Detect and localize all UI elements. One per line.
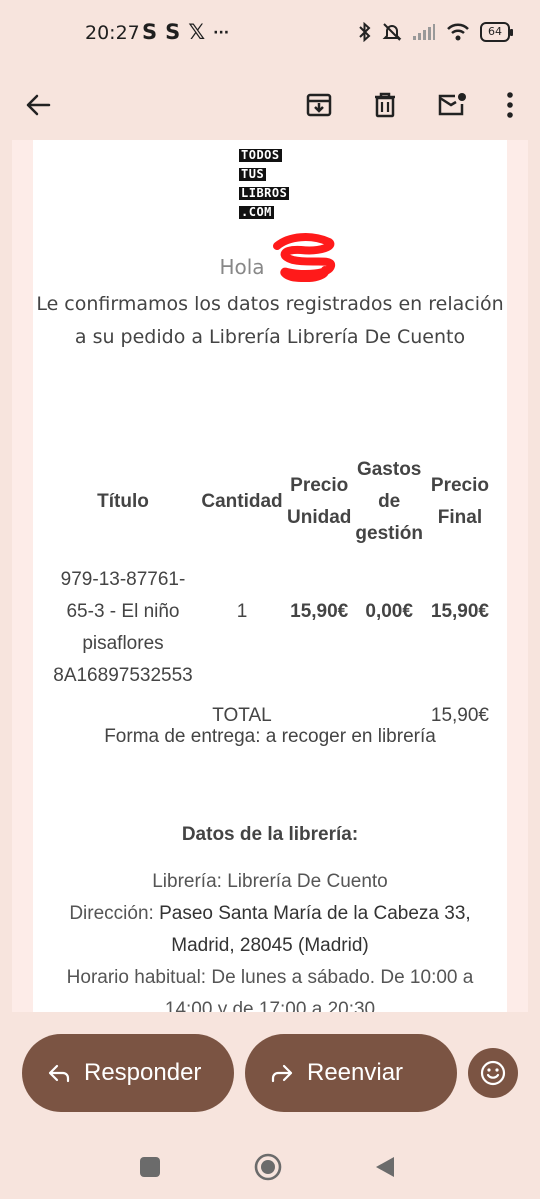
more-notifications-icon: ··· — [213, 25, 230, 41]
clock: 20:27 — [85, 22, 140, 44]
intro-line: Le confirmamos los datos registrados en … — [36, 293, 504, 315]
wifi-icon — [447, 23, 469, 41]
title-line: 8A16897532553 — [53, 665, 193, 686]
logo-line: TUS — [239, 167, 267, 181]
mark-unread-icon — [438, 93, 466, 116]
title-line: 979-13-87761- — [60, 569, 186, 590]
cell-precio-unidad: 15,90€ — [290, 601, 349, 622]
intro-text: Le confirmamos los datos registrados en … — [33, 288, 507, 354]
bookstore-details: Librería: Librería De Cuento Dirección: … — [33, 866, 507, 1012]
back-button[interactable] — [13, 80, 63, 130]
logo-line: LIBROS — [239, 186, 290, 200]
cell-title: 979-13-87761- 65-3 - El niño pisaflores … — [47, 550, 199, 692]
emoji-reaction-button[interactable] — [468, 1048, 518, 1098]
app-s-icon: S — [165, 20, 181, 44]
smiley-icon — [480, 1060, 506, 1086]
trash-icon — [375, 92, 395, 118]
cell-cantidad: 1 — [236, 601, 248, 622]
reply-label: Responder — [84, 1059, 202, 1086]
cell-gastos: 0,00€ — [365, 601, 413, 622]
archive-icon — [306, 93, 332, 117]
intro-line: a su pedido a Librería Librería De Cuent… — [74, 326, 466, 348]
title-line: 65-3 - El niño — [66, 601, 180, 622]
header-titulo: Título — [97, 491, 149, 512]
cell-precio-final: 15,90€ — [430, 601, 490, 622]
logo-line: TODOS — [239, 148, 282, 162]
greeting: Hola — [33, 255, 507, 279]
table-header-row: Título Cantidad Precio Unidad Gastos de … — [47, 454, 495, 550]
bookstore-name: Librería: Librería De Cuento — [152, 871, 388, 892]
signal-icon — [413, 24, 435, 40]
title-line: pisaflores — [82, 633, 164, 654]
header-cantidad: Cantidad — [201, 491, 283, 512]
forward-icon — [271, 1063, 293, 1083]
email-body[interactable]: TODOS TUS LIBROS .COM Hola Le confirmamo… — [33, 140, 507, 1012]
address-value[interactable]: Paseo Santa María de la Cabeza 33, — [159, 903, 471, 924]
email-body-frame: TODOS TUS LIBROS .COM Hola Le confirmamo… — [12, 140, 528, 1012]
table-row: 979-13-87761- 65-3 - El niño pisaflores … — [47, 550, 495, 692]
more-options-button[interactable] — [485, 80, 535, 130]
redaction-scribble — [273, 233, 335, 282]
forward-button[interactable]: Reenviar — [245, 1034, 457, 1112]
address-city[interactable]: Madrid, 28045 (Madrid) — [33, 930, 507, 962]
header-line: Precio — [430, 475, 489, 496]
header-line: gestión — [355, 523, 423, 544]
opening-hours-cont: 14:00 y de 17:00 a 20:30 — [164, 999, 376, 1012]
more-vert-icon — [507, 92, 513, 118]
reply-button[interactable]: Responder — [22, 1034, 234, 1112]
recents-icon[interactable] — [139, 1156, 161, 1178]
delete-button[interactable] — [360, 80, 410, 130]
greeting-text: Hola — [219, 255, 265, 279]
header-precio-final: Precio Final — [425, 454, 495, 550]
header-gastos: Gastos de gestión — [353, 454, 425, 550]
bluetooth-icon — [359, 22, 371, 42]
app-s-icon: S — [142, 20, 158, 44]
opening-hours: Horario habitual: De lunes a sábado. De … — [66, 967, 474, 988]
bookstore-address: Dirección: Paseo Santa María de la Cabez… — [33, 898, 507, 930]
header-precio-unidad: Precio Unidad — [285, 454, 353, 550]
order-table: Título Cantidad Precio Unidad Gastos de … — [47, 454, 495, 732]
system-icons: 64 — [358, 22, 513, 42]
back-arrow-icon — [26, 94, 51, 116]
header-line: de — [378, 491, 401, 512]
forward-label: Reenviar — [307, 1059, 404, 1086]
mute-bell-icon — [382, 23, 402, 41]
delivery-method: Forma de entrega: a recoger en librería — [104, 726, 436, 747]
header-line: Unidad — [287, 507, 352, 528]
logo-line: .COM — [239, 205, 274, 219]
notification-icons: S S 𝕏 ··· — [142, 20, 229, 46]
email-toolbar — [0, 70, 540, 140]
reply-icon — [48, 1063, 70, 1083]
status-bar: 20:27 S S 𝕏 ··· 64 — [0, 0, 540, 70]
x-app-icon: 𝕏 — [188, 20, 206, 44]
battery-indicator: 64 — [480, 22, 513, 42]
system-nav-bar — [0, 1130, 540, 1199]
mark-unread-button[interactable] — [427, 80, 477, 130]
archive-button[interactable] — [294, 80, 344, 130]
back-nav-icon[interactable] — [374, 1155, 396, 1179]
address-label: Dirección: — [69, 903, 160, 924]
home-icon[interactable] — [253, 1152, 283, 1182]
header-line: Precio — [290, 475, 349, 496]
header-line: Final — [437, 507, 483, 528]
header-line: Gastos — [356, 459, 422, 480]
todostuslibros-logo: TODOS TUS LIBROS .COM — [239, 144, 303, 220]
bookstore-title: Datos de la librería: — [181, 824, 359, 845]
